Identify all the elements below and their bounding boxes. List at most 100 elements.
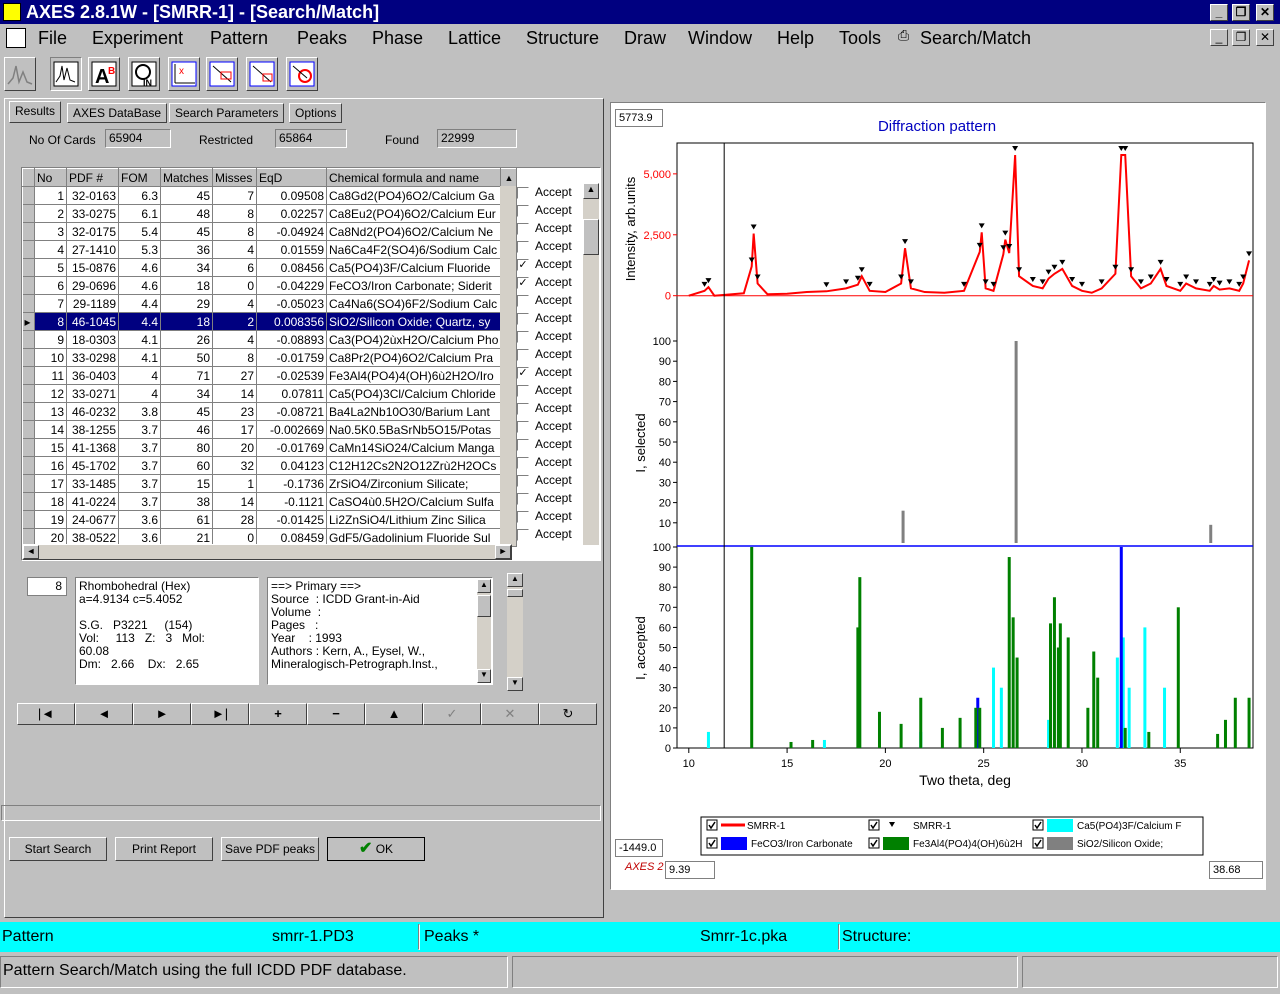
accept-checkbox-row[interactable]: Accept <box>517 399 581 417</box>
row-fom[interactable]: 3.7 <box>118 438 161 457</box>
row-indicator[interactable] <box>22 204 35 223</box>
row-formula[interactable]: Ca8Gd2(PO4)6O2/Calcium Ga <box>326 186 502 205</box>
row-pdf[interactable]: 41-0224 <box>66 492 119 511</box>
row-misses[interactable]: 4 <box>212 240 257 259</box>
row-matches[interactable]: 60 <box>160 456 213 475</box>
row-formula[interactable]: C12H12Cs2N2O12Zrù2H2OCs <box>326 456 502 475</box>
nav-refresh-button[interactable]: ↻ <box>539 703 597 725</box>
row-matches[interactable]: 71 <box>160 366 213 385</box>
row-pdf[interactable]: 33-0298 <box>66 348 119 367</box>
table-row[interactable]: 3 32-0175 5.4 45 8 -0.04924 Ca8Nd2(PO4)6O2/Cal… <box>22 222 518 241</box>
row-misses[interactable]: 20 <box>212 438 257 457</box>
row-formula[interactable]: CaSO4ù0.5H2O/Calcium Sulfa <box>326 492 502 511</box>
row-no[interactable]: 17 <box>34 474 67 493</box>
row-fom[interactable]: 5.3 <box>118 240 161 259</box>
row-misses[interactable]: 4 <box>212 330 257 349</box>
table-row[interactable]: 12 33-0271 4 34 14 0.07811 Ca5(PO4)3Cl/Calcium… <box>22 384 518 403</box>
nav-prev-button[interactable]: ◄ <box>75 703 133 725</box>
accept-checkbox-row[interactable]: Accept <box>517 327 581 345</box>
row-pdf[interactable]: 27-1410 <box>66 240 119 259</box>
accept-checkbox-row[interactable]: Accept <box>517 489 581 507</box>
row-fom[interactable]: 4 <box>118 366 161 385</box>
row-matches[interactable]: 50 <box>160 348 213 367</box>
row-formula[interactable]: Na0.5K0.5BaSrNb5O15/Potas <box>326 420 502 439</box>
row-eqd[interactable]: -0.1121 <box>256 492 327 511</box>
nav-delete-button[interactable]: − <box>307 703 365 725</box>
row-eqd[interactable]: -0.01425 <box>256 510 327 529</box>
row-misses[interactable]: 6 <box>212 258 257 277</box>
row-matches[interactable]: 45 <box>160 186 213 205</box>
row-fom[interactable]: 3.6 <box>118 510 161 529</box>
row-matches[interactable]: 15 <box>160 474 213 493</box>
accept-checkbox[interactable] <box>517 312 529 325</box>
child-restore-button[interactable]: ❐ <box>1232 29 1250 46</box>
accept-scroll-up-icon[interactable]: ▲ <box>583 183 599 199</box>
row-indicator[interactable] <box>22 366 35 385</box>
menu-tools[interactable]: Tools <box>835 27 885 49</box>
ok-button[interactable]: ✔ OK <box>327 837 425 861</box>
row-pdf[interactable]: 15-0876 <box>66 258 119 277</box>
row-formula[interactable]: Ca8Eu2(PO4)6O2/Calcium Eur <box>326 204 502 223</box>
row-pdf[interactable]: 46-0232 <box>66 402 119 421</box>
row-matches[interactable]: 38 <box>160 492 213 511</box>
nav-post-button[interactable]: ✓ <box>423 703 481 725</box>
nav-cancel-button[interactable]: ✕ <box>481 703 539 725</box>
tool-delete-icon[interactable] <box>286 57 318 91</box>
col-formula[interactable]: Chemical formula and name <box>325 168 502 187</box>
row-fom[interactable]: 4.4 <box>118 294 161 313</box>
row-misses[interactable]: 8 <box>212 222 257 241</box>
ref-scroll-thumb[interactable] <box>477 595 491 617</box>
row-matches[interactable]: 18 <box>160 276 213 295</box>
row-no[interactable]: 8 <box>34 312 67 331</box>
row-pdf[interactable]: 32-0163 <box>66 186 119 205</box>
accept-checkbox[interactable]: ✓ <box>517 258 529 271</box>
row-fom[interactable]: 3.7 <box>118 474 161 493</box>
row-pdf[interactable]: 36-0403 <box>66 366 119 385</box>
diffraction-plot[interactable]: Diffraction pattern 0 2,500 5,000 Intensity,… <box>611 103 1267 891</box>
row-no[interactable]: 13 <box>34 402 67 421</box>
row-fom[interactable]: 6.1 <box>118 204 161 223</box>
row-indicator[interactable] <box>22 420 35 439</box>
nav-last-button[interactable]: ►| <box>191 703 249 725</box>
table-row[interactable]: 15 41-1368 3.7 80 20 -0.01769 CaMn14SiO24/Calc… <box>22 438 518 457</box>
row-pdf[interactable]: 29-0696 <box>66 276 119 295</box>
row-indicator[interactable] <box>22 258 35 277</box>
row-eqd[interactable]: 0.008356 <box>256 312 327 331</box>
accept-checkbox-row[interactable]: Accept <box>517 345 581 363</box>
tool-peaks-icon[interactable] <box>50 57 82 91</box>
accept-checkbox-row[interactable]: ✓ Accept <box>517 363 581 381</box>
row-formula[interactable]: Ba4La2Nb10O30/Barium Lant <box>326 402 502 421</box>
accept-checkbox[interactable] <box>517 456 529 469</box>
start-search-button[interactable]: Start Search <box>9 837 107 861</box>
row-eqd[interactable]: -0.05023 <box>256 294 327 313</box>
accept-checkbox-row[interactable]: Accept <box>517 417 581 435</box>
row-indicator[interactable] <box>22 492 35 511</box>
row-fom[interactable]: 3.7 <box>118 456 161 475</box>
accept-checkbox-row[interactable]: Accept <box>517 291 581 309</box>
tool-axes-icon[interactable]: x <box>168 57 200 91</box>
row-pdf[interactable]: 24-0677 <box>66 510 119 529</box>
doc-icon[interactable] <box>6 28 26 48</box>
row-no[interactable]: 4 <box>34 240 67 259</box>
row-formula[interactable]: Ca5(PO4)3F/Calcium Fluoride <box>326 258 502 277</box>
menu-experiment[interactable]: Experiment <box>88 27 187 49</box>
accept-checkbox-row[interactable]: Accept <box>517 507 581 525</box>
row-matches[interactable]: 26 <box>160 330 213 349</box>
detail-scroll-up-icon[interactable]: ▲ <box>507 573 523 587</box>
accept-checkbox[interactable] <box>517 348 529 361</box>
row-no[interactable]: 15 <box>34 438 67 457</box>
row-eqd[interactable]: -0.1736 <box>256 474 327 493</box>
minimize-button[interactable]: _ <box>1210 4 1228 21</box>
accept-checkbox-row[interactable]: ✓ Accept <box>517 255 581 273</box>
tool-pattern-icon[interactable] <box>4 57 36 91</box>
table-row[interactable]: 9 18-0303 4.1 26 4 -0.08893 Ca3(PO4)2ùxH2O/Cal… <box>22 330 518 349</box>
accept-checkbox-row[interactable]: ✓ Accept <box>517 273 581 291</box>
row-misses[interactable]: 27 <box>212 366 257 385</box>
row-indicator[interactable] <box>22 438 35 457</box>
menu-draw[interactable]: Draw <box>620 27 670 49</box>
row-matches[interactable]: 46 <box>160 420 213 439</box>
nav-insert-button[interactable]: + <box>249 703 307 725</box>
table-row[interactable]: 19 24-0677 3.6 61 28 -0.01425 Li2ZnSiO4/Lithiu… <box>22 510 518 529</box>
row-misses[interactable]: 14 <box>212 492 257 511</box>
row-indicator[interactable] <box>22 186 35 205</box>
